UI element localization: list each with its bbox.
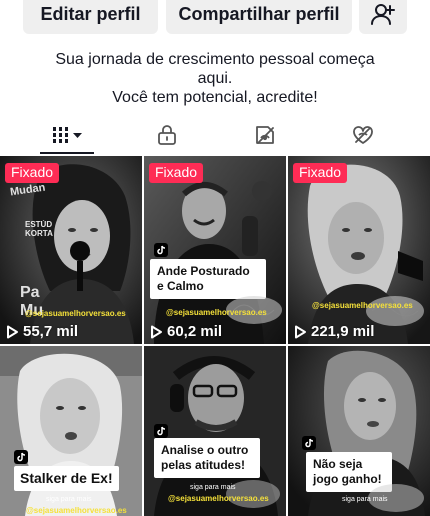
- pinned-badge: Fixado: [5, 163, 60, 183]
- view-count: 55,7 mil: [6, 323, 78, 340]
- view-count-text: 221,9 mil: [311, 323, 375, 340]
- view-count: 60,2 mil: [150, 323, 222, 340]
- tab-private[interactable]: [145, 117, 189, 153]
- active-tab-indicator: [40, 152, 94, 154]
- video-handle: @sejasuamelhorversao.es: [312, 301, 413, 310]
- tab-videos[interactable]: [40, 117, 94, 153]
- person-plus-icon: [371, 4, 395, 25]
- video-thumbnail[interactable]: Ande Posturado e Calmo @sejasuamelhorver…: [144, 156, 286, 344]
- view-count-text: 55,7 mil: [23, 323, 79, 340]
- play-icon: [7, 325, 18, 338]
- play-icon: [295, 325, 306, 338]
- video-caption: Analise o outro pelas atitudes!: [154, 438, 260, 478]
- reposts-hidden-icon: [256, 126, 274, 144]
- add-friend-button[interactable]: [359, 0, 407, 34]
- tiktok-logo-icon: [14, 450, 28, 464]
- tiktok-logo-icon: [154, 243, 168, 257]
- tab-liked[interactable]: [341, 117, 385, 153]
- follow-text: siga para mais: [46, 496, 92, 503]
- follow-text: siga para mais: [342, 496, 388, 503]
- video-thumbnail[interactable]: Mudan ESTÚD KORTA Pa Mu @sejasuamelhorvers…: [0, 156, 142, 344]
- view-count-text: 60,2 mil: [167, 323, 223, 340]
- tiktok-logo-icon: [302, 436, 316, 450]
- view-count: 221,9 mil: [294, 323, 374, 340]
- video-handle: @sejasuamelhorversao.es: [168, 494, 269, 503]
- chevron-down-icon: [73, 133, 82, 138]
- video-thumbnail[interactable]: Stalker de Ex! siga para mais @sejasuame…: [0, 346, 142, 516]
- follow-text: siga para mais: [190, 484, 236, 491]
- bio-line: Sua jornada de crescimento pessoal começ…: [55, 51, 375, 68]
- videos-grid-icon: [52, 127, 82, 143]
- video-thumbnail[interactable]: Analise o outro pelas atitudes! siga par…: [144, 346, 286, 516]
- tiktok-logo-icon: [154, 424, 168, 438]
- video-caption: Stalker de Ex!: [14, 466, 119, 491]
- pinned-badge: Fixado: [293, 163, 348, 183]
- lock-icon: [158, 125, 176, 145]
- edit-profile-button[interactable]: Editar perfil: [23, 0, 158, 34]
- video-thumbnail[interactable]: Não seja jogo ganho! siga para mais: [288, 346, 430, 516]
- profile-tabs: [0, 117, 430, 155]
- video-handle: @sejasuamelhorversao.es: [166, 308, 267, 317]
- liked-hidden-icon: [353, 126, 373, 144]
- tab-reposts[interactable]: [243, 117, 287, 153]
- video-grid: Mudan ESTÚD KORTA Pa Mu @sejasuamelhorvers…: [0, 156, 430, 516]
- pinned-badge: Fixado: [149, 163, 204, 183]
- video-handle: @sejasuamelhorversao.es: [25, 309, 126, 318]
- video-thumbnail[interactable]: @sejasuamelhorversao.es Fixado 221,9 mil: [288, 156, 430, 344]
- bio-line: aqui.: [197, 70, 233, 87]
- profile-bio: Sua jornada de crescimento pessoal começ…: [0, 50, 430, 107]
- video-handle: @sejasuamelhorversao.es: [26, 506, 127, 515]
- video-caption: Ande Posturado e Calmo: [150, 259, 266, 299]
- bio-line: Você tem potencial, acredite!: [112, 89, 318, 106]
- profile-actions: Editar perfil Compartilhar perfil: [0, 0, 430, 34]
- share-profile-button[interactable]: Compartilhar perfil: [166, 0, 352, 34]
- play-icon: [151, 325, 162, 338]
